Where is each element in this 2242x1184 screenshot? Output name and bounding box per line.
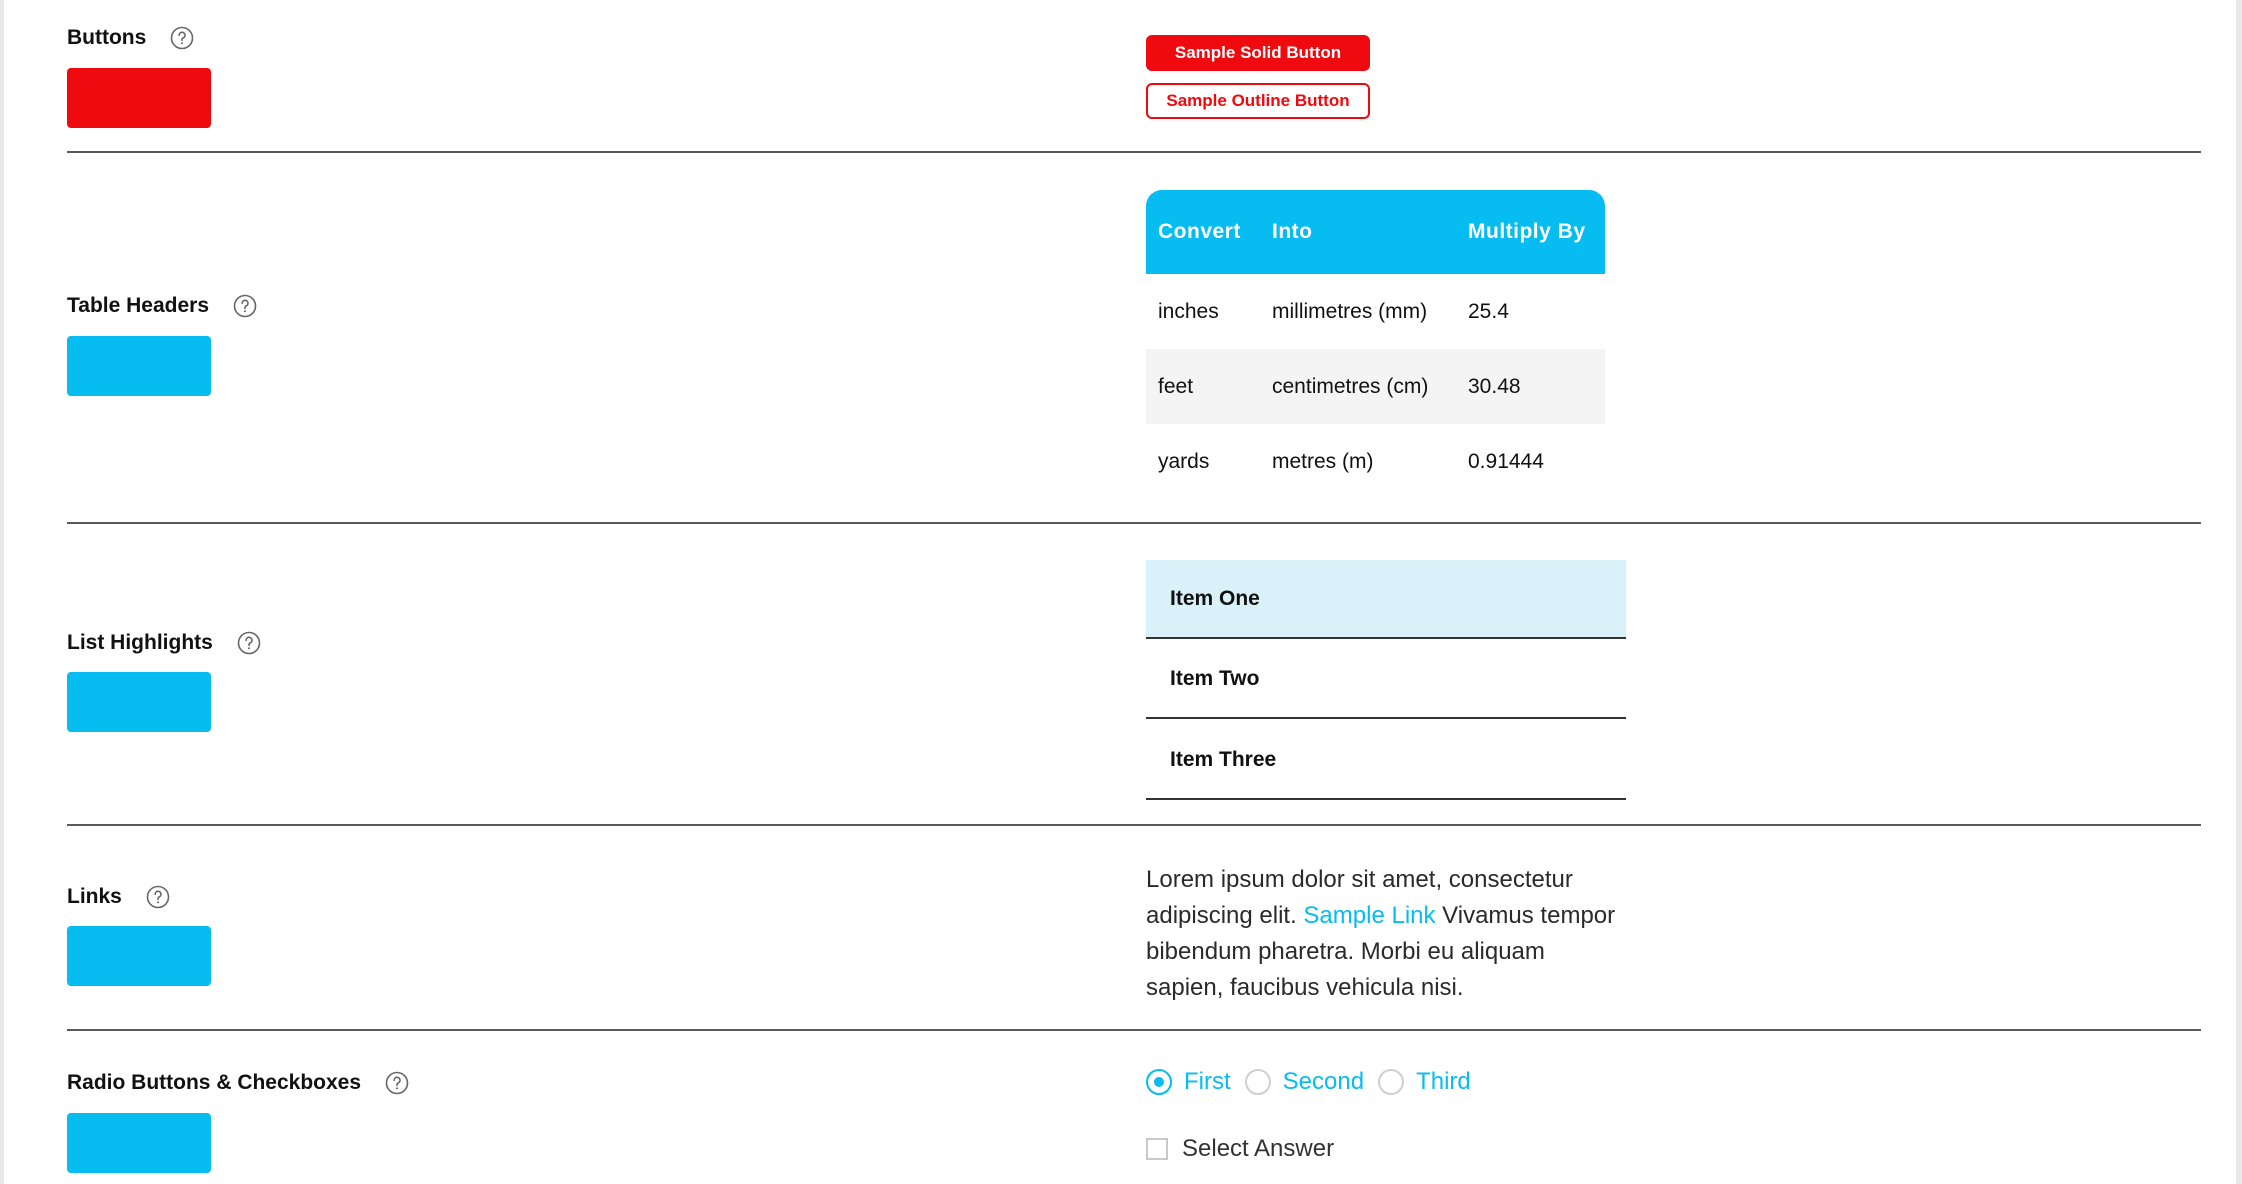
- table-row: feet centimetres (cm) 30.48: [1146, 349, 1605, 424]
- section-label-text: Radio Buttons & Checkboxes: [67, 1071, 362, 1094]
- radio-first[interactable]: First: [1146, 1068, 1231, 1096]
- table-cell: centimetres (cm): [1260, 349, 1456, 424]
- left-border: [0, 0, 4, 1184]
- section-label-text: Links: [67, 885, 122, 908]
- section-label-text: Buttons: [67, 26, 147, 49]
- select-answer-checkbox[interactable]: Select Answer: [1146, 1135, 1334, 1163]
- table-cell: 30.48: [1456, 349, 1605, 424]
- table-row: inches millimetres (mm) 25.4: [1146, 274, 1605, 349]
- color-swatch-table-headers[interactable]: [67, 336, 211, 396]
- radio-circle[interactable]: [1378, 1069, 1405, 1095]
- radio-circle[interactable]: [1244, 1069, 1271, 1095]
- table-cell: metres (m): [1272, 449, 1374, 473]
- table-cell: 25.4: [1468, 299, 1509, 323]
- section-divider: [67, 824, 2201, 826]
- sample-outline-button[interactable]: Sample Outline Button: [1146, 83, 1370, 119]
- question-circle-icon[interactable]: [170, 26, 194, 50]
- question-circle-icon[interactable]: [146, 885, 170, 909]
- sample-link[interactable]: Sample Link: [1303, 902, 1435, 929]
- question-circle-icon[interactable]: [233, 294, 257, 318]
- list-item-three[interactable]: Item Three: [1146, 721, 1626, 800]
- color-swatch-links[interactable]: [67, 926, 211, 986]
- table-header-cell: Multiply By: [1456, 190, 1605, 274]
- section-divider: [67, 151, 2201, 153]
- radio-second[interactable]: Second: [1244, 1068, 1365, 1096]
- table-cell: feet: [1146, 349, 1260, 424]
- list-item-two[interactable]: Item Two: [1146, 640, 1626, 719]
- section-label-list-highlights: List Highlights: [67, 631, 261, 655]
- radio-label: Second: [1282, 1068, 1365, 1095]
- section-label-links: Links: [67, 885, 170, 909]
- conversion-table: Convert Into Multiply By inches millimet…: [1146, 190, 1605, 499]
- table-cell: 0.91444: [1468, 449, 1544, 473]
- section-label-text: List Highlights: [67, 631, 213, 654]
- question-circle-icon[interactable]: [385, 1071, 409, 1095]
- section-label-table-headers: Table Headers: [67, 294, 257, 318]
- table-row: yards metres (m) 0.91444: [1146, 424, 1605, 499]
- section-label-text: Table Headers: [67, 294, 210, 317]
- checkbox-box[interactable]: [1146, 1138, 1168, 1160]
- table-header-row: Convert Into Multiply By: [1146, 190, 1605, 274]
- table-cell: inches: [1158, 299, 1219, 323]
- sample-solid-button[interactable]: Sample Solid Button: [1146, 35, 1370, 71]
- radio-label: Third: [1416, 1068, 1471, 1095]
- list-item-one[interactable]: Item One: [1146, 560, 1626, 639]
- radio-group: First Second Third: [1146, 1068, 1485, 1096]
- table-cell: yards: [1158, 449, 1210, 473]
- question-circle-icon[interactable]: [237, 631, 261, 655]
- radio-third[interactable]: Third: [1378, 1068, 1471, 1096]
- checkbox-label: Select Answer: [1182, 1135, 1335, 1162]
- table-header-cell: Convert: [1146, 190, 1260, 274]
- table-cell: millimetres (mm): [1272, 299, 1428, 323]
- section-label-buttons: Buttons: [67, 26, 194, 50]
- color-swatch-radios[interactable]: [67, 1113, 211, 1173]
- radio-label: First: [1184, 1068, 1231, 1095]
- right-border: [2236, 0, 2242, 1184]
- table-header-cell: Into: [1260, 190, 1456, 274]
- radio-circle[interactable]: [1146, 1069, 1172, 1095]
- section-divider: [67, 1029, 2201, 1031]
- links-sample-paragraph: Lorem ipsum dolor sit amet, consectetur …: [1146, 862, 1616, 1006]
- section-divider: [67, 522, 2201, 524]
- color-swatch-list-highlights[interactable]: [67, 672, 211, 732]
- section-label-radios: Radio Buttons & Checkboxes: [67, 1071, 409, 1095]
- color-swatch-buttons[interactable]: [67, 68, 211, 128]
